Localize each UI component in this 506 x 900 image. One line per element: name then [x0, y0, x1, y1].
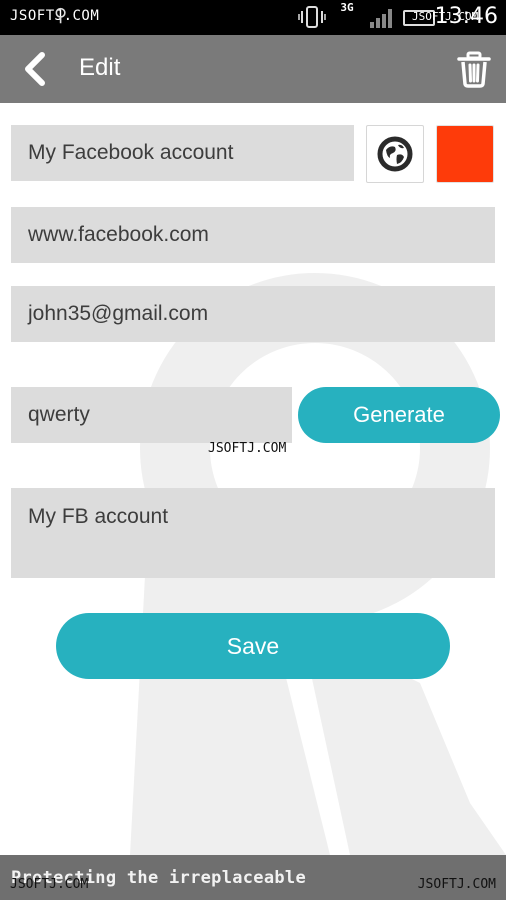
watermark-text: JSOFTJ.COM — [10, 877, 89, 892]
login-value: john35@gmail.com — [28, 302, 209, 325]
signal-icon — [370, 9, 392, 28]
save-label: Save — [226, 632, 280, 659]
network-type: 3G — [340, 1, 354, 14]
site-icon-button[interactable] — [366, 125, 424, 183]
password-field[interactable]: qwerty — [11, 387, 292, 443]
generate-button[interactable]: Generate — [298, 387, 500, 443]
account-name-value: My Facebook account — [28, 141, 234, 164]
color-picker-button[interactable] — [436, 125, 494, 183]
watermark-text: JSOFTJ.COM — [208, 441, 287, 456]
status-bar: JSOFTJ.COM ⚲ 3G JSOFTJ.COM 13:46 — [0, 0, 506, 35]
watermark-text: JSOFTJ.COM — [417, 877, 496, 892]
url-value: www.facebook.com — [28, 223, 209, 246]
url-field[interactable]: www.facebook.com — [11, 207, 495, 263]
notes-value: My FB account — [28, 505, 169, 528]
globe-icon — [377, 136, 413, 172]
footer-banner: Protecting the irreplaceable JSOFTJ.COM … — [0, 855, 506, 900]
notes-field[interactable]: My FB account — [11, 488, 495, 578]
trash-icon[interactable] — [454, 49, 494, 89]
app-bar: Edit — [0, 35, 506, 103]
clock: 13:46 — [434, 4, 498, 29]
login-field[interactable]: john35@gmail.com — [11, 286, 495, 342]
page-title: Edit — [79, 54, 121, 81]
usb-icon: ⚲ — [54, 5, 68, 26]
chevron-left-icon[interactable] — [16, 49, 56, 89]
account-name-field[interactable]: My Facebook account — [11, 125, 354, 181]
save-button[interactable]: Save — [56, 613, 450, 679]
generate-label: Generate — [353, 402, 445, 427]
vibrate-icon — [298, 6, 326, 28]
password-value: qwerty — [28, 403, 90, 426]
